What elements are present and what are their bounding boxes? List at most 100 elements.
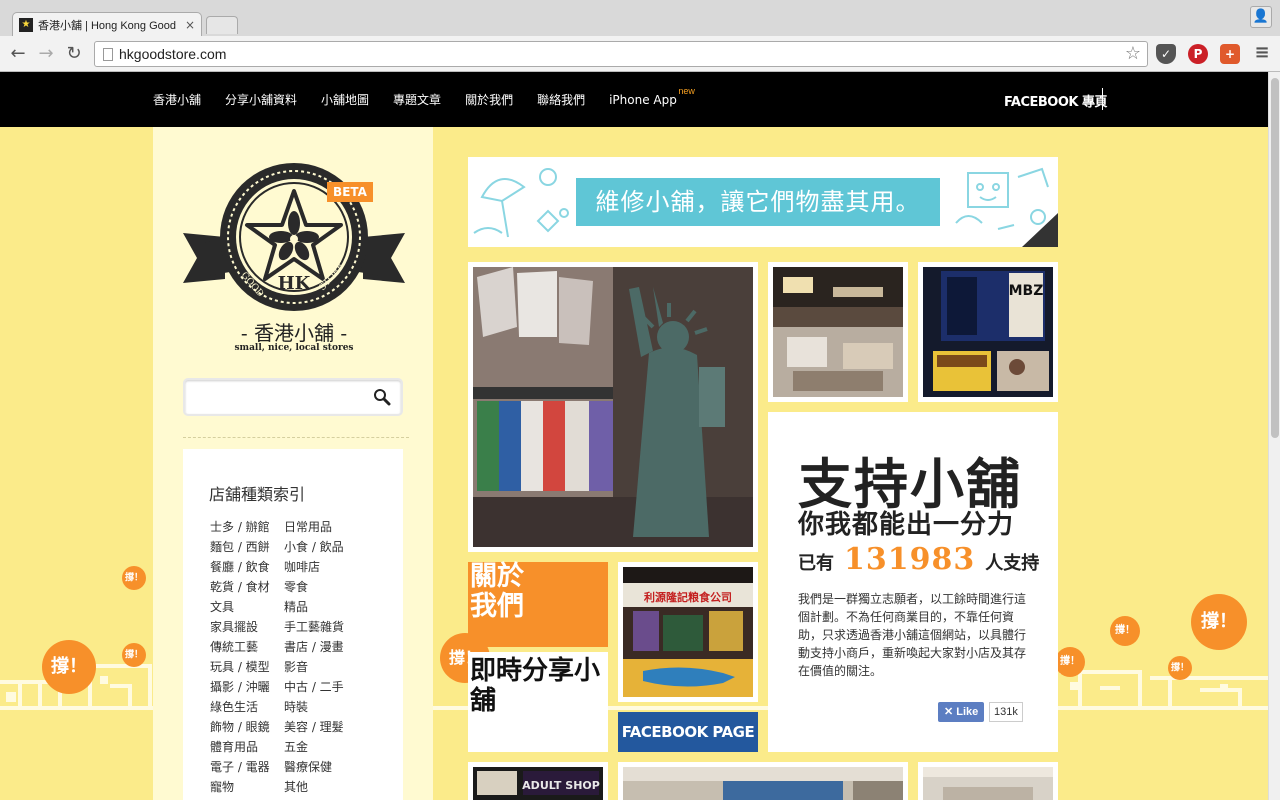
address-url[interactable]: hkgoodstore.com [119,46,226,62]
nav-item-about[interactable]: 關於我們 [465,91,513,108]
facebook-like-button[interactable]: ✕ Like [938,702,985,722]
category-link[interactable]: 手工藝雜貨 [284,617,344,637]
sidebar: HK GOOD STORE BETA - 香港小舖 - small, nice,… [153,127,433,800]
category-link[interactable]: 中古 / 二手 [284,677,344,697]
category-link[interactable]: 書店 / 漫畫 [284,637,344,657]
banner-slogan: 維修小舖，讓它們物盡其用。 [576,178,940,226]
profile-icon[interactable]: 👤 [1250,6,1272,28]
store-photo-tile[interactable] [768,262,908,402]
support-subhead: 你我都能出一分力 [798,510,1015,540]
forward-icon[interactable]: → [34,42,58,66]
category-link[interactable]: 美容 / 理髮 [284,717,344,737]
nav-item-map[interactable]: 小舖地圖 [321,91,369,108]
category-list-column-2: 日常用品 小食 / 飲品 咖啡店 零食 精品 手工藝雜貨 書店 / 漫畫 影音 中古 / 二手時… [284,517,344,797]
nav-divider [1102,88,1103,110]
bookmark-star-icon[interactable]: ☆ [1125,43,1141,64]
nav-item-contact[interactable]: 聯絡我們 [537,91,585,108]
nav-item-home[interactable]: 香港小舖 [153,91,201,108]
store-photo-tile[interactable] [468,262,758,552]
page-scrollbar[interactable] [1268,72,1280,800]
category-link[interactable]: 零食 [284,577,344,597]
support-count-row: 已有 131983 人支持 [798,542,1039,577]
store-photo-tile[interactable]: 利源隆記粮食公司 [618,562,758,702]
support-card: 支持小舖 你我都能出一分力 已有 131983 人支持 我們是一群獨立志願者，以… [768,412,1058,752]
category-link[interactable]: 士多 / 辦館 [210,517,270,537]
nav-facebook-link[interactable]: FACEBOOK 專頁 [1004,91,1107,110]
pocket-icon[interactable]: ✓ [1156,44,1176,64]
category-link[interactable]: 咖啡店 [284,557,344,577]
category-link[interactable]: 綠色生活 [210,697,270,717]
logo-hk-text: HK [278,273,312,294]
search-icon[interactable] [373,388,391,406]
category-link[interactable]: 影音 [284,657,344,677]
support-count-suffix: 人支持 [985,553,1040,574]
store-photo-tile[interactable]: MBZ [918,262,1058,402]
category-index: 店舖種類索引 士多 / 辦館 麵包 / 西餅 餐廳 / 飲食 乾貨 / 食材 文具 家具擺… [183,449,403,800]
repair-campaign-banner[interactable]: 維修小舖，讓它們物盡其用。 [468,157,1058,247]
category-link[interactable]: 玩具 / 模型 [210,657,270,677]
store-photo-tile[interactable]: ADULT SHOP [468,762,608,800]
support-bubble: 撐！ [1055,647,1085,677]
address-bar[interactable]: hkgoodstore.com ☆ [94,41,1148,67]
category-link[interactable]: 其他 [284,777,344,797]
banner-page-curl [1022,213,1058,247]
scrollbar-thumb[interactable] [1271,78,1279,438]
category-link[interactable]: 日常用品 [284,517,344,537]
store-photo-storefront [623,767,903,800]
category-link[interactable]: 時裝 [284,697,344,717]
category-link[interactable]: 傳統工藝 [210,637,270,657]
category-link[interactable]: 乾貨 / 食材 [210,577,270,597]
store-photo-tile[interactable] [618,762,908,800]
category-link[interactable]: 家具擺設 [210,617,270,637]
category-link[interactable]: 小食 / 飲品 [284,537,344,557]
extension-plus-icon[interactable]: + [1220,44,1240,64]
site-nav-items: 香港小舖 分享小舖資料 小舖地圖 專題文章 關於我們 聯絡我們 iPhone A… [153,72,701,127]
category-link[interactable]: 餐廳 / 飲食 [210,557,270,577]
pinterest-icon[interactable]: P [1188,44,1208,64]
support-description: 我們是一群獨立志願者，以工餘時間進行這個計劃。不為任何商業目的，不靠任何資助，只… [798,592,1027,678]
category-index-title: 店舖種類索引 [209,485,306,504]
back-icon[interactable]: ← [6,42,30,66]
tab-title: 香港小舖 | Hong Kong Good [38,19,176,32]
reload-icon[interactable]: ↻ [62,42,86,66]
nav-item-iphone-app-label: iPhone App [609,92,677,107]
category-link[interactable]: 攝影 / 沖曬 [210,677,270,697]
search-input[interactable] [193,388,363,406]
category-link[interactable]: 體育用品 [210,737,270,757]
about-us-label: 關於我們 [470,561,524,622]
close-icon: ✕ [944,706,954,718]
site-favicon-icon: ★ [19,17,33,32]
tab-close-icon[interactable]: × [185,18,195,32]
grain-shop-sign-text: 利源隆記粮食公司 [644,590,732,604]
supporter-count: 131983 [844,542,976,577]
adult-shop-sign-text: ADULT SHOP [522,779,600,792]
nav-item-articles[interactable]: 專題文章 [393,91,441,108]
category-link[interactable]: 電子 / 電器 [210,757,270,777]
support-count-prefix: 已有 [798,553,834,574]
browser-tab[interactable]: ★ 香港小舖 | Hong Kong Good × [12,12,202,36]
about-us-tile[interactable]: 關於我們 [468,562,608,647]
mbz-sign-text: MBZ [1009,283,1044,299]
category-link[interactable]: 醫療保健 [284,757,344,777]
beta-badge: BETA [327,182,373,202]
store-photo-tile[interactable] [918,762,1058,800]
category-link[interactable]: 麵包 / 西餅 [210,537,270,557]
new-tab-button[interactable] [206,16,238,34]
support-bubble: 撐！ [1110,616,1140,646]
category-link[interactable]: 飾物 / 眼鏡 [210,717,270,737]
nav-item-iphone-app[interactable]: iPhone App new [609,86,695,107]
store-photo-interior [923,767,1053,800]
browser-menu-icon[interactable]: ≡ [1252,44,1272,64]
facebook-page-tile[interactable]: FACEBOOK PAGE [618,712,758,752]
category-link[interactable]: 寵物 [210,777,270,797]
share-store-tile[interactable]: 即時分享小舖 [468,652,608,752]
browser-toolbar: ← → ↻ hkgoodstore.com ☆ ✓ P + ≡ [0,36,1280,72]
category-link[interactable]: 文具 [210,597,270,617]
category-list-column-1: 士多 / 辦館 麵包 / 西餅 餐廳 / 飲食 乾貨 / 食材 文具 家具擺設 傳統工藝 玩具… [210,517,270,797]
support-bubble: 撐！ [122,643,146,667]
category-link[interactable]: 精品 [284,597,344,617]
nav-item-share[interactable]: 分享小舖資料 [225,91,297,108]
sidebar-divider [183,437,409,438]
category-link[interactable]: 五金 [284,737,344,757]
store-photo-mbz: MBZ [923,267,1053,397]
